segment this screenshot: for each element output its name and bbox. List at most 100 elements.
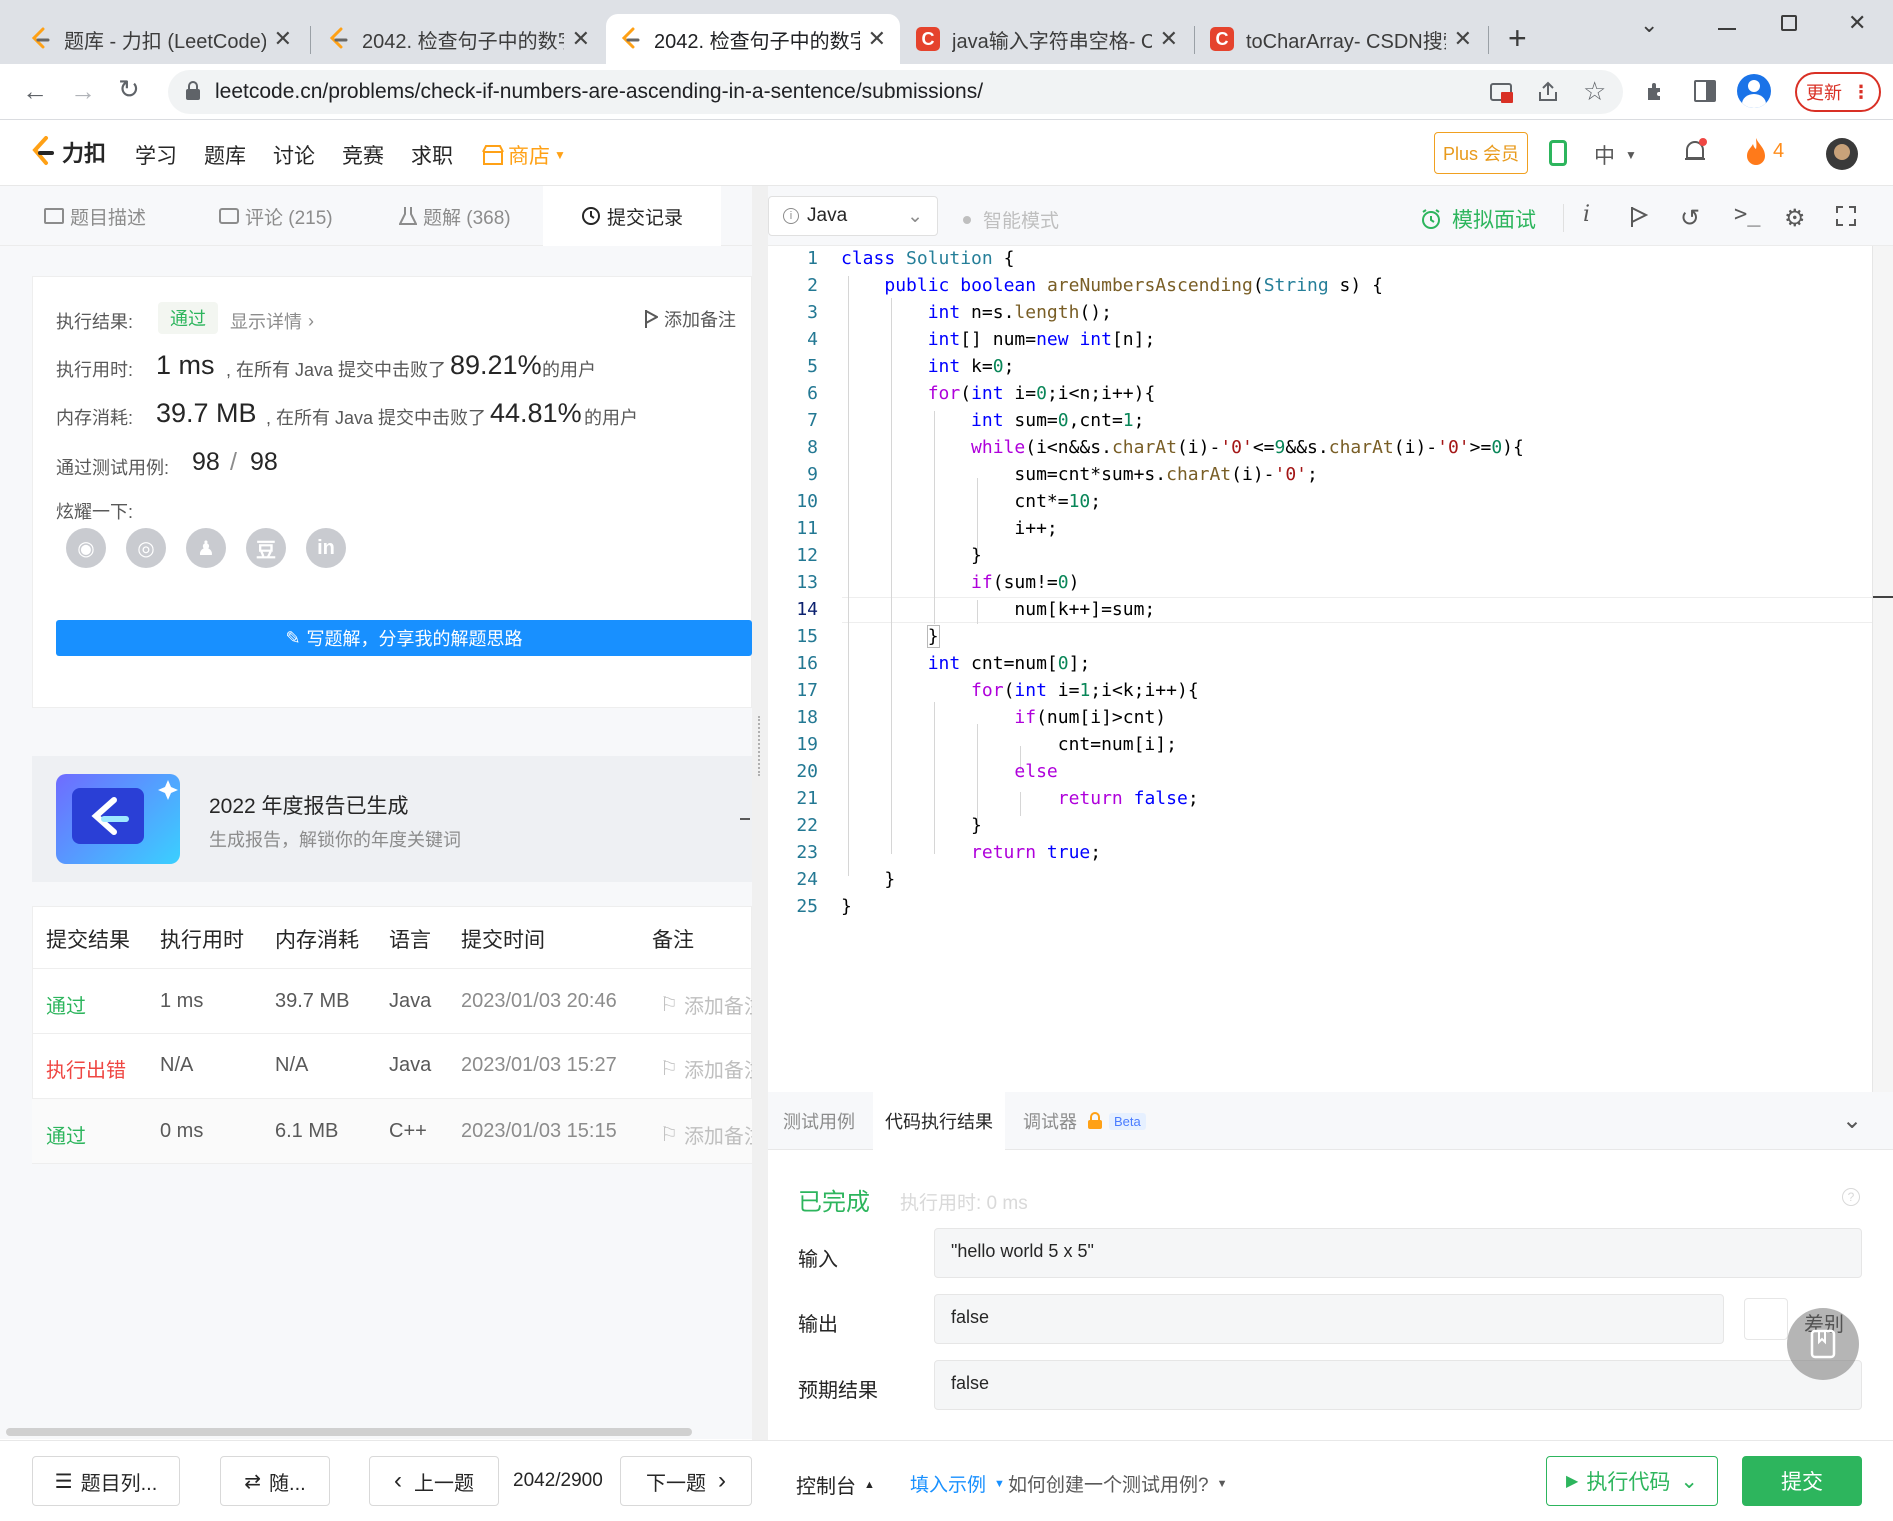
add-note-button[interactable]: 添加备注: [644, 306, 736, 332]
row-result[interactable]: 通过: [46, 1120, 86, 1149]
row-add-note[interactable]: ⚐添加备注: [660, 1120, 752, 1149]
tab-comments[interactable]: 评论 (215): [219, 186, 333, 246]
leetcode-logo[interactable]: 力扣: [30, 136, 106, 168]
nav-contest[interactable]: 竞赛: [342, 140, 384, 170]
url-text[interactable]: leetcode.cn/problems/check-if-numbers-ar…: [215, 80, 983, 104]
browser-tab-5[interactable]: C toCharArray- CSDN搜索 ✕: [1196, 14, 1486, 64]
back-arrow-icon[interactable]: ←: [22, 76, 48, 107]
update-browser-button[interactable]: 更新 ⋮: [1795, 72, 1881, 112]
nav-jobs[interactable]: 求职: [411, 140, 453, 170]
reset-icon[interactable]: ↺: [1680, 204, 1700, 233]
side-panel-icon[interactable]: [1694, 80, 1716, 102]
close-icon[interactable]: ✕: [868, 26, 886, 52]
streak-count: 4: [1773, 139, 1785, 162]
how-to-create-testcase-link[interactable]: 如何创建一个测试用例? ▼: [1008, 1470, 1227, 1497]
line-number: 7: [807, 410, 818, 431]
mock-interview-button[interactable]: 模拟面试: [1420, 204, 1536, 234]
collapse-chevron-down-icon[interactable]: ⌄: [1842, 1106, 1862, 1135]
horizontal-scrollbar[interactable]: [6, 1428, 692, 1436]
lock-icon[interactable]: [184, 80, 202, 102]
italic-info-icon[interactable]: i: [1583, 202, 1590, 227]
language-switch[interactable]: 中 ▼: [1594, 140, 1637, 170]
nav-discuss[interactable]: 讨论: [273, 140, 315, 170]
run-code-button[interactable]: ▶ 执行代码 ⌄: [1546, 1456, 1718, 1506]
flag-icon[interactable]: [1630, 206, 1648, 228]
reload-icon[interactable]: ↻: [118, 74, 140, 105]
window-close-icon[interactable]: ✕: [1848, 10, 1866, 36]
notification-bell-icon[interactable]: [1682, 137, 1708, 167]
mobile-app-icon[interactable]: [1549, 140, 1567, 166]
douban-icon[interactable]: 豆: [246, 528, 286, 568]
fill-example-dropdown[interactable]: 填入示例 ▼: [910, 1470, 1005, 1497]
close-icon[interactable]: ✕: [1454, 26, 1472, 52]
user-avatar[interactable]: [1826, 138, 1858, 170]
terminal-icon[interactable]: >_: [1734, 202, 1761, 227]
write-solution-button[interactable]: ✎ 写题解，分享我的解题思路: [56, 620, 752, 656]
next-problem-button[interactable]: 下一题 ›: [620, 1456, 752, 1506]
tab-submissions[interactable]: 提交记录: [543, 186, 721, 246]
plus-member-button[interactable]: Plus 会员: [1434, 132, 1528, 174]
tab-description[interactable]: 题目描述: [44, 186, 146, 246]
linkedin-icon[interactable]: in: [306, 528, 346, 568]
problem-list-button[interactable]: ☰ 题目列...: [32, 1456, 180, 1506]
share-icon[interactable]: [1536, 80, 1560, 104]
line-number: 23: [796, 842, 818, 863]
help-question-icon[interactable]: ?: [1842, 1188, 1860, 1206]
browser-tab-3-active[interactable]: 2042. 检查句子中的数字是否递增 ✕: [606, 14, 900, 64]
tab-run-result[interactable]: 代码执行结果: [873, 1092, 1005, 1150]
console-toggle[interactable]: 控制台 ▲: [796, 1470, 875, 1499]
nav-study[interactable]: 学习: [135, 140, 177, 170]
translate-icon[interactable]: [1490, 82, 1514, 104]
diff-toggle[interactable]: [1744, 1298, 1788, 1340]
random-problem-button[interactable]: ⇄ 随...: [220, 1456, 330, 1506]
fullscreen-icon[interactable]: [1836, 206, 1856, 226]
tab-search-chevron-down-icon[interactable]: ⌄: [1640, 12, 1658, 38]
row-result[interactable]: 通过: [46, 990, 86, 1019]
language-select[interactable]: i Java ⌄: [768, 196, 938, 236]
tab-solutions[interactable]: 题解 (368): [399, 186, 511, 246]
close-icon[interactable]: ✕: [274, 26, 292, 52]
problem-list-label: 题目列...: [80, 1472, 158, 1495]
new-tab-plus-icon[interactable]: +: [1508, 20, 1527, 57]
submit-button[interactable]: 提交: [1742, 1456, 1862, 1506]
maximize-icon[interactable]: [1781, 15, 1797, 31]
code-line: num[k++]=sum;: [841, 599, 1156, 620]
tab-testcase[interactable]: 测试用例: [783, 1092, 855, 1150]
row-memory: N/A: [275, 1054, 309, 1076]
browser-tab-2[interactable]: 2042. 检查句子中的数字是否递增 ✕: [314, 14, 604, 64]
qq-icon[interactable]: ♟: [186, 528, 226, 568]
browser-tab-title: 题库 - 力扣 (LeetCode) 全球极客挚爱的技术成长平台: [64, 30, 266, 53]
profile-avatar-icon[interactable]: [1737, 74, 1771, 108]
minimize-icon[interactable]: [1718, 28, 1736, 30]
nav-store[interactable]: 商店 ▼: [482, 140, 566, 170]
streak-counter[interactable]: 4: [1745, 136, 1784, 166]
weibo-icon[interactable]: ◎: [126, 528, 166, 568]
smart-mode-toggle[interactable]: 智能模式: [963, 206, 1059, 233]
extensions-puzzle-icon[interactable]: [1644, 80, 1668, 104]
close-icon[interactable]: ✕: [572, 26, 590, 52]
beta-badge: Beta: [1109, 1112, 1146, 1130]
code-line: }: [841, 545, 982, 566]
tab-debugger[interactable]: 调试器 Beta: [1023, 1092, 1146, 1150]
editor-vertical-scrollbar[interactable]: [1872, 246, 1893, 1092]
settings-gear-icon[interactable]: ⚙: [1784, 204, 1806, 233]
forward-arrow-icon[interactable]: →: [70, 76, 96, 107]
wechat-icon[interactable]: ◉: [66, 528, 106, 568]
bookmark-star-icon[interactable]: ☆: [1583, 76, 1606, 107]
nav-problems[interactable]: 题库: [204, 140, 246, 170]
alarm-clock-icon: [1420, 208, 1442, 230]
browser-tab-1[interactable]: 题库 - 力扣 (LeetCode) 全球极客挚爱的技术成长平台 ✕: [16, 14, 306, 64]
collapse-icon[interactable]: [740, 818, 750, 820]
next-label: 下一题: [646, 1472, 706, 1495]
row-result[interactable]: 执行出错: [46, 1054, 126, 1083]
row-add-note[interactable]: ⚐添加备注: [660, 990, 752, 1019]
floating-notebook-icon[interactable]: [1787, 1308, 1859, 1380]
code-line: for(int i=1;i<k;i++){: [971, 680, 1199, 701]
browser-tab-4[interactable]: C java输入字符串空格- CSDN搜索 ✕: [902, 14, 1192, 64]
runtime-beat-text: , 在所有 Java 提交中击败了: [226, 360, 447, 380]
row-add-note[interactable]: ⚐添加备注: [660, 1054, 752, 1083]
prev-problem-button[interactable]: ‹ 上一题: [369, 1456, 499, 1506]
close-icon[interactable]: ✕: [1160, 26, 1178, 52]
panel-resize-handle[interactable]: [752, 186, 768, 1440]
show-details-link[interactable]: 显示详情 ›: [230, 308, 314, 334]
